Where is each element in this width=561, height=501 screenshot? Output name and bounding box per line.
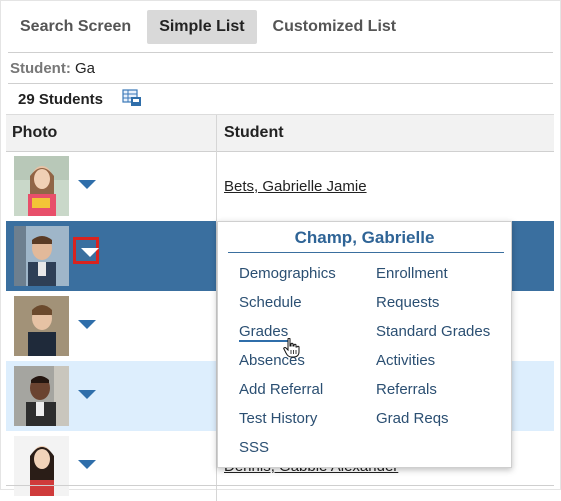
dropdown-arrow-icon[interactable] [81, 248, 99, 257]
student-filter: Student: Ga [10, 60, 95, 77]
dropdown-arrow-icon[interactable] [78, 180, 96, 189]
menu-item-sss[interactable]: SSS [239, 439, 269, 456]
menu-item-grad-reqs[interactable]: Grad Reqs [376, 410, 449, 427]
dropdown-arrow-icon[interactable] [78, 390, 96, 399]
menu-item-requests[interactable]: Requests [376, 294, 439, 311]
column-divider [216, 115, 217, 151]
filter-label: Student: [10, 60, 71, 77]
menu-item-schedule[interactable]: Schedule [239, 294, 302, 311]
menu-item-enrollment[interactable]: Enrollment [376, 265, 448, 282]
student-name-link[interactable]: Bets, Gabrielle Jamie [224, 178, 367, 195]
column-header-student[interactable]: Student [224, 124, 284, 142]
student-count: 29 Students [18, 91, 104, 108]
menu-item-referrals[interactable]: Referrals [376, 381, 437, 398]
dropdown-arrow-icon[interactable] [78, 320, 96, 329]
student-photo [14, 296, 69, 356]
popup-divider [228, 252, 504, 253]
column-divider [216, 151, 217, 221]
filter-value: Ga [75, 60, 96, 77]
student-photo [14, 226, 69, 286]
student-photo [14, 156, 69, 216]
hand-pointer-icon [283, 338, 300, 358]
view-tabs: Search Screen Simple List Customized Lis… [8, 10, 412, 44]
menu-item-activities[interactable]: Activities [376, 352, 435, 369]
tab-simple-list[interactable]: Simple List [147, 10, 257, 44]
menu-item-test-history[interactable]: Test History [239, 410, 317, 427]
tab-customized-list[interactable]: Customized List [261, 10, 409, 44]
student-photo [14, 436, 69, 496]
divider [8, 52, 553, 53]
tab-search-screen[interactable]: Search Screen [8, 10, 143, 44]
menu-item-demographics[interactable]: Demographics [239, 265, 336, 282]
export-icon[interactable] [122, 89, 142, 107]
menu-item-grades[interactable]: Grades [239, 323, 289, 342]
divider [8, 83, 553, 84]
table-bottom-border [6, 485, 554, 486]
table-row: Bets, Gabrielle Jamie [6, 151, 554, 221]
dropdown-arrow-icon[interactable] [78, 460, 96, 469]
menu-item-standard-grades[interactable]: Standard Grades [376, 323, 490, 340]
column-header-photo[interactable]: Photo [12, 124, 57, 142]
menu-item-add-referral[interactable]: Add Referral [239, 381, 323, 398]
popup-title: Champ, Gabrielle [294, 228, 435, 247]
student-photo [14, 366, 69, 426]
student-action-menu: Champ, Gabrielle Demographics Schedule G… [217, 221, 512, 468]
table-header: Photo Student [6, 114, 554, 152]
